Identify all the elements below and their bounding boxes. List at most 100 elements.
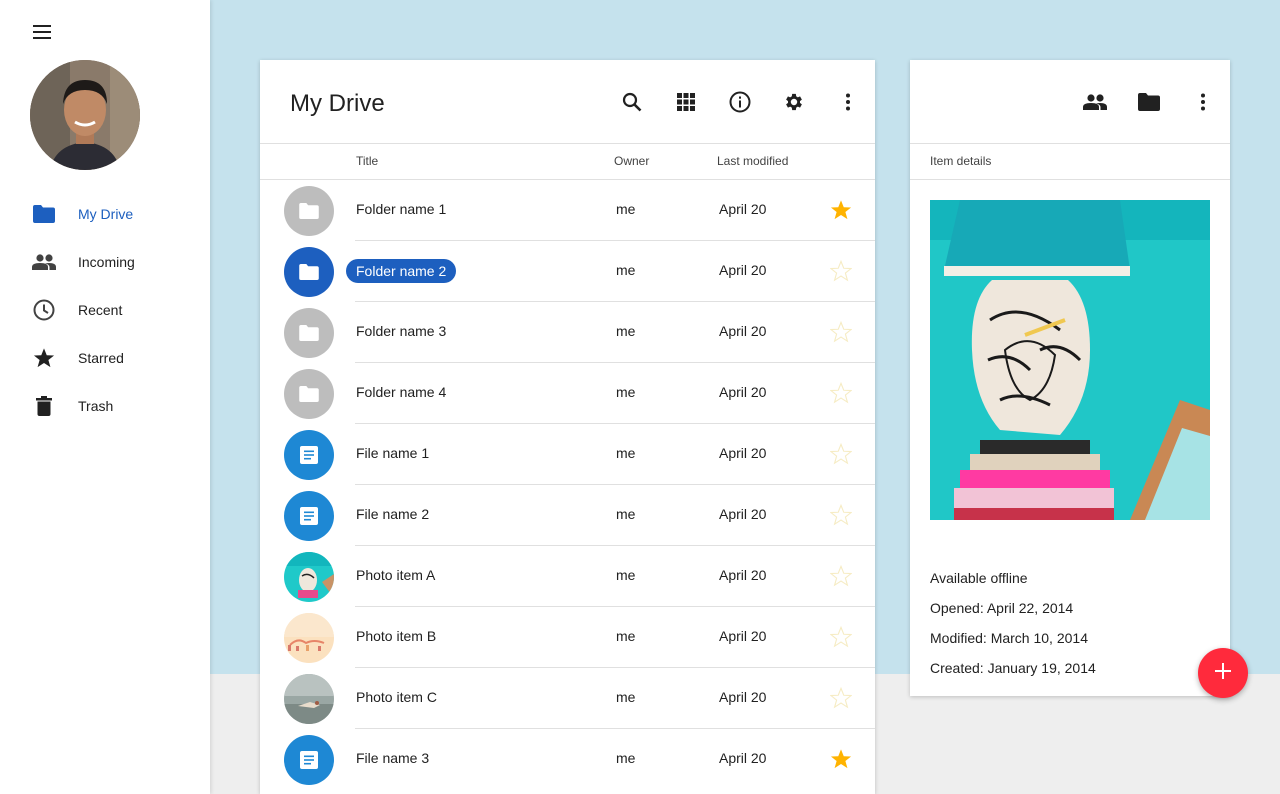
details-header <box>910 60 1230 144</box>
star-outline-icon[interactable] <box>829 259 853 282</box>
sidebar-item-label: Recent <box>78 302 123 318</box>
star-outline-icon[interactable] <box>829 442 853 465</box>
availability-status: Available offline <box>930 570 1028 586</box>
sidebar-item-label: Trash <box>78 398 114 414</box>
item-modified: April 20 <box>719 628 767 644</box>
item-preview-image[interactable] <box>930 200 1210 520</box>
photo-thumbnail <box>284 552 334 602</box>
sidebar-item-label: Incoming <box>78 254 135 270</box>
folder-icon <box>284 247 334 297</box>
item-owner: me <box>616 506 636 522</box>
folder-icon <box>284 308 334 358</box>
item-name: Folder name 3 <box>356 323 447 339</box>
plus-icon <box>1215 662 1231 684</box>
folder-icon <box>284 369 334 419</box>
document-icon <box>284 430 334 480</box>
table-row[interactable]: File name 3 me April 20 <box>260 729 875 790</box>
item-owner: me <box>616 567 636 583</box>
item-name: File name 1 <box>356 445 430 461</box>
sidebar-item-trash[interactable]: Trash <box>0 382 210 430</box>
table-row[interactable]: Folder name 3 me April 20 <box>260 302 875 363</box>
star-outline-icon[interactable] <box>829 625 853 648</box>
column-headers: Title Owner Last modified <box>260 144 875 180</box>
star-outline-icon[interactable] <box>829 381 853 404</box>
trash-icon <box>32 394 56 418</box>
grid-view-icon[interactable] <box>674 90 698 114</box>
item-name: Photo item A <box>356 567 436 583</box>
people-icon[interactable] <box>1083 90 1107 114</box>
item-modified: April 20 <box>719 384 767 400</box>
table-row[interactable]: File name 1 me April 20 <box>260 424 875 485</box>
star-icon <box>32 346 56 370</box>
column-header-modified[interactable]: Last modified <box>717 154 788 168</box>
item-name: Photo item C <box>356 689 437 705</box>
item-owner: me <box>616 384 636 400</box>
item-name: File name 3 <box>356 750 430 766</box>
file-list-card: My Drive Title Owner Last modified Folde… <box>260 60 875 794</box>
more-vert-icon[interactable] <box>1191 90 1215 114</box>
folder-icon <box>32 202 56 226</box>
item-modified: April 20 <box>719 689 767 705</box>
table-row[interactable]: Folder name 4 me April 20 <box>260 363 875 424</box>
hamburger-menu-icon[interactable] <box>30 20 54 44</box>
avatar[interactable] <box>30 60 140 170</box>
search-icon[interactable] <box>620 90 644 114</box>
item-name: Folder name 1 <box>356 201 447 217</box>
item-owner: me <box>616 750 636 766</box>
info-icon[interactable] <box>728 90 752 114</box>
table-row[interactable]: Photo item C me April 20 <box>260 668 875 729</box>
star-filled-icon[interactable] <box>830 748 852 770</box>
item-owner: me <box>616 323 636 339</box>
table-row[interactable]: Folder name 2 me April 20 <box>260 241 875 302</box>
sidebar-item-starred[interactable]: Starred <box>0 334 210 382</box>
item-owner: me <box>616 689 636 705</box>
sidebar-item-label: Starred <box>78 350 124 366</box>
folder-icon[interactable] <box>1137 90 1161 114</box>
sidebar-nav: My Drive Incoming Recent Starred Trash <box>0 190 210 430</box>
clock-icon <box>32 298 56 322</box>
more-vert-icon[interactable] <box>836 90 860 114</box>
sidebar-item-my-drive[interactable]: My Drive <box>0 190 210 238</box>
page-title: My Drive <box>290 90 385 117</box>
document-icon <box>284 491 334 541</box>
item-modified: April 20 <box>719 567 767 583</box>
star-filled-icon[interactable] <box>830 199 852 221</box>
document-icon <box>284 735 334 785</box>
item-modified: April 20 <box>719 506 767 522</box>
settings-icon[interactable] <box>782 90 806 114</box>
details-section-label: Item details <box>930 154 992 168</box>
item-name: Folder name 4 <box>356 384 447 400</box>
star-outline-icon[interactable] <box>829 686 853 709</box>
table-row[interactable]: Folder name 1 me April 20 <box>260 180 875 241</box>
column-header-owner[interactable]: Owner <box>614 154 649 168</box>
star-outline-icon[interactable] <box>829 320 853 343</box>
table-row[interactable]: Photo item B me April 20 <box>260 607 875 668</box>
item-modified: April 20 <box>719 323 767 339</box>
table-row[interactable]: Photo item A me April 20 <box>260 546 875 607</box>
item-owner: me <box>616 262 636 278</box>
item-modified: April 20 <box>719 262 767 278</box>
sidebar-item-recent[interactable]: Recent <box>0 286 210 334</box>
item-owner: me <box>616 201 636 217</box>
folder-icon <box>284 186 334 236</box>
sidebar-item-incoming[interactable]: Incoming <box>0 238 210 286</box>
table-row[interactable]: File name 2 me April 20 <box>260 485 875 546</box>
file-list: Folder name 1 me April 20 Folder name 2 … <box>260 180 875 790</box>
card-header: My Drive <box>260 60 875 144</box>
item-owner: me <box>616 445 636 461</box>
details-card: Item details Available offline Opened: A… <box>910 60 1230 696</box>
star-outline-icon[interactable] <box>829 564 853 587</box>
column-header-title[interactable]: Title <box>356 154 378 168</box>
modified-date: Modified: March 10, 2014 <box>930 630 1088 646</box>
opened-date: Opened: April 22, 2014 <box>930 600 1074 616</box>
sidebar-item-label: My Drive <box>78 206 134 222</box>
details-section-header: Item details <box>910 144 1230 180</box>
photo-thumbnail <box>284 674 334 724</box>
photo-thumbnail <box>284 613 334 663</box>
star-outline-icon[interactable] <box>829 503 853 526</box>
add-button[interactable] <box>1198 648 1248 698</box>
item-modified: April 20 <box>719 750 767 766</box>
item-modified: April 20 <box>719 445 767 461</box>
people-icon <box>32 250 56 274</box>
item-name: File name 2 <box>356 506 430 522</box>
